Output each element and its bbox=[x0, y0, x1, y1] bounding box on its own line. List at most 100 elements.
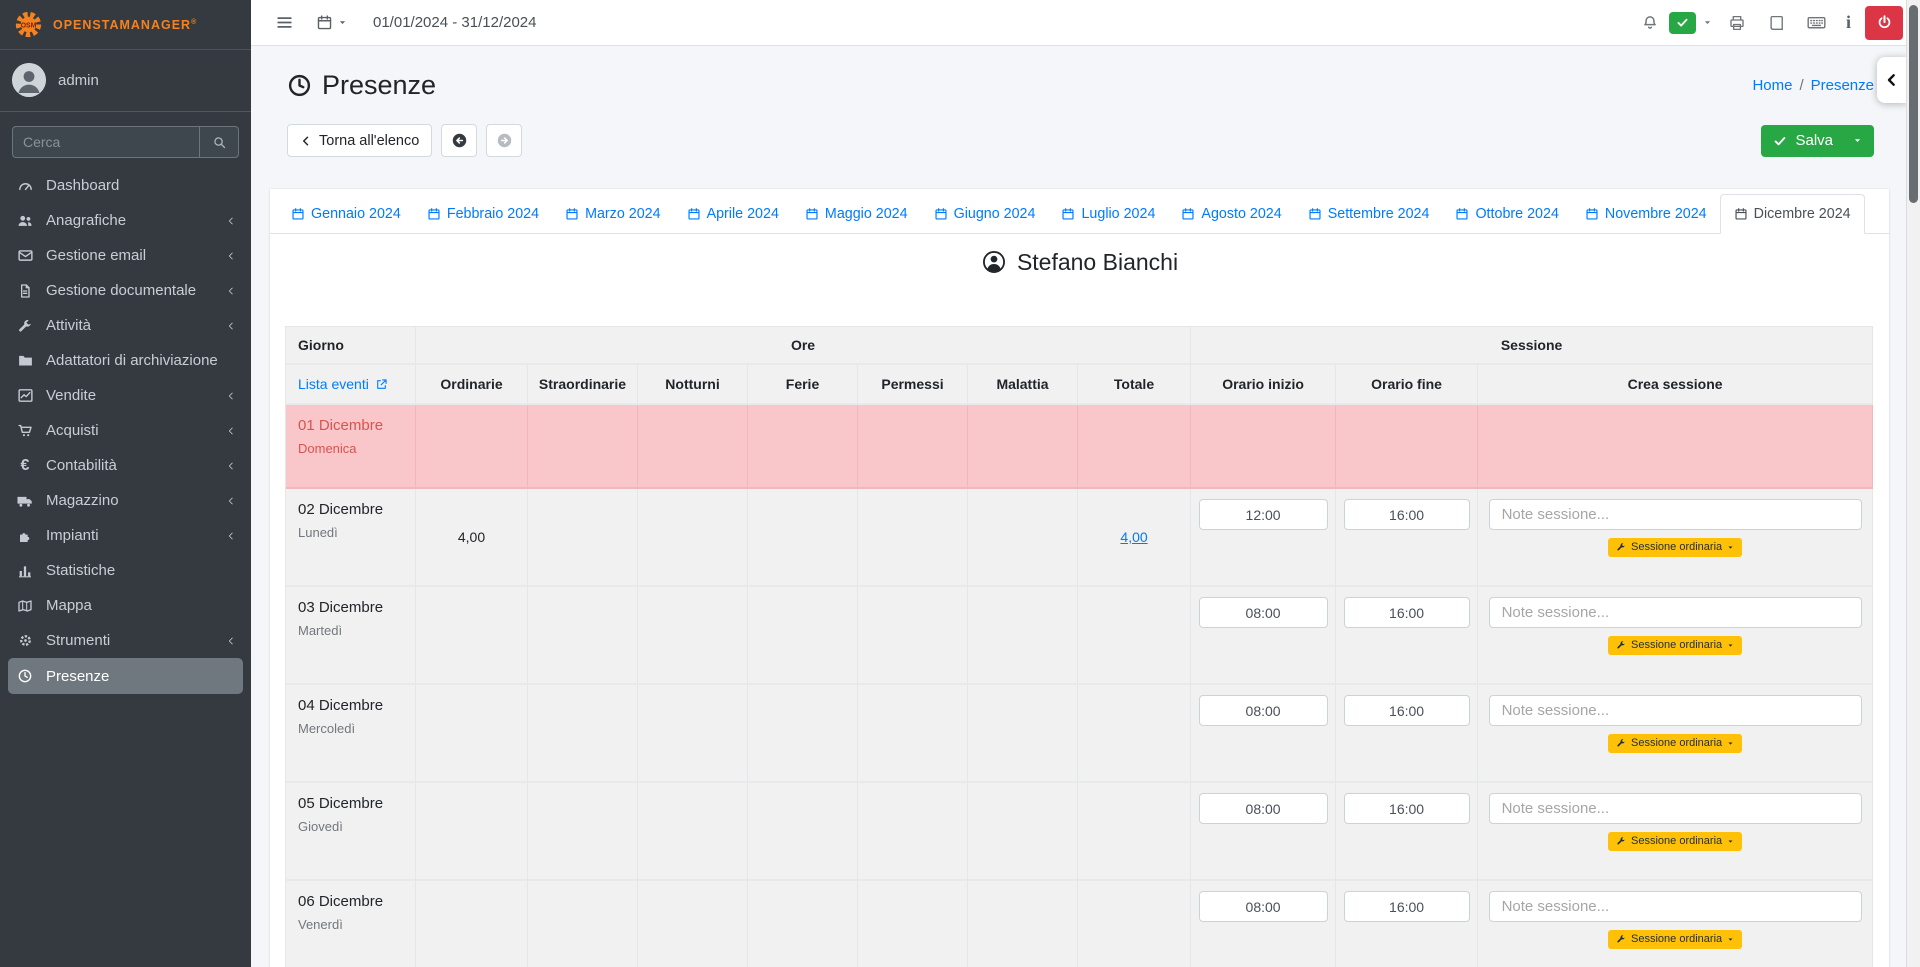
create-session-button[interactable]: Sessione ordinaria bbox=[1608, 636, 1743, 655]
caret-down-icon bbox=[1728, 643, 1733, 647]
date-range[interactable]: 01/01/2024 - 31/12/2024 bbox=[373, 14, 536, 31]
orario-inizio-input[interactable] bbox=[1198, 597, 1328, 628]
orario-fine-input[interactable] bbox=[1343, 695, 1470, 726]
create-session-button[interactable]: Sessione ordinaria bbox=[1608, 734, 1743, 753]
tab-luglio-2024[interactable]: Luglio 2024 bbox=[1048, 195, 1168, 233]
cell-notturni bbox=[638, 587, 748, 685]
orario-inizio-input[interactable] bbox=[1198, 793, 1328, 824]
previous-record-button[interactable] bbox=[441, 124, 478, 157]
clock-icon bbox=[287, 73, 312, 98]
tab-label: Giugno 2024 bbox=[953, 206, 1036, 222]
day-label: 05 Dicembre bbox=[298, 795, 384, 812]
note-sessione-input[interactable] bbox=[1488, 597, 1862, 628]
cell-straordinarie bbox=[528, 881, 638, 967]
caret-down-icon[interactable] bbox=[1703, 18, 1712, 27]
orario-fine-input[interactable] bbox=[1343, 499, 1470, 530]
status-check-button[interactable] bbox=[1668, 11, 1696, 34]
tab-ottobre-2024[interactable]: Ottobre 2024 bbox=[1442, 195, 1571, 233]
orario-inizio-input[interactable] bbox=[1198, 695, 1328, 726]
header-ore: Ore bbox=[416, 327, 1192, 365]
sidebar-item-vendite[interactable]: Vendite bbox=[0, 378, 251, 413]
tab-dicembre-2024[interactable]: Dicembre 2024 bbox=[1719, 194, 1865, 234]
cell-straordinarie bbox=[528, 489, 638, 587]
keyboard-icon[interactable] bbox=[1806, 12, 1827, 33]
book-icon[interactable] bbox=[1767, 14, 1785, 32]
back-to-list-button[interactable]: Torna all'elenco bbox=[287, 124, 433, 157]
sidebar-item-gestione-documentale[interactable]: Gestione documentale bbox=[0, 273, 251, 308]
sidebar-item-label: Attività bbox=[46, 317, 92, 334]
sidebar-item-magazzino[interactable]: Magazzino bbox=[0, 483, 251, 518]
sidebar-item-adattatori-archiviazione[interactable]: Adattatori di archiviazione bbox=[0, 343, 251, 378]
sidebar-item-contabilita[interactable]: € Contabilità bbox=[0, 448, 251, 483]
cell-straordinarie bbox=[528, 783, 638, 881]
sidebar-item-dashboard[interactable]: Dashboard bbox=[0, 168, 251, 203]
calendar-icon bbox=[1061, 207, 1075, 221]
header-notturni: Notturni bbox=[638, 365, 748, 405]
search-input[interactable] bbox=[12, 126, 199, 158]
orario-fine-input[interactable] bbox=[1343, 597, 1470, 628]
tab-febbraio-2024[interactable]: Febbraio 2024 bbox=[414, 195, 552, 233]
totale-link[interactable]: 4,00 bbox=[1120, 529, 1147, 545]
next-record-button[interactable] bbox=[486, 124, 523, 157]
sidebar-item-anagrafiche[interactable]: Anagrafiche bbox=[0, 203, 251, 238]
caret-down-icon[interactable] bbox=[1853, 136, 1862, 145]
sidebar-item-mappa[interactable]: Mappa bbox=[0, 588, 251, 623]
sidebar-item-presenze[interactable]: Presenze bbox=[8, 658, 243, 694]
caret-down-icon bbox=[1728, 741, 1733, 745]
sidebar-item-strumenti[interactable]: Strumenti bbox=[0, 623, 251, 658]
print-icon[interactable] bbox=[1728, 14, 1746, 32]
scrollbar-thumb[interactable] bbox=[1908, 5, 1918, 203]
cell-ordinarie bbox=[416, 405, 528, 489]
create-session-button[interactable]: Sessione ordinaria bbox=[1608, 538, 1743, 557]
create-session-button[interactable]: Sessione ordinaria bbox=[1608, 930, 1743, 949]
info-icon[interactable]: i bbox=[1846, 12, 1851, 33]
tab-settembre-2024[interactable]: Settembre 2024 bbox=[1295, 195, 1443, 233]
chevron-left-icon bbox=[226, 531, 236, 541]
bell-icon[interactable] bbox=[1641, 14, 1659, 32]
sidebar-search bbox=[12, 126, 239, 158]
create-session-button[interactable]: Sessione ordinaria bbox=[1608, 832, 1743, 851]
search-button[interactable] bbox=[199, 126, 239, 158]
note-sessione-input[interactable] bbox=[1488, 891, 1862, 922]
tab-marzo-2024[interactable]: Marzo 2024 bbox=[552, 195, 674, 233]
breadcrumb-separator: / bbox=[1799, 77, 1804, 94]
sidebar-item-label: Presenze bbox=[46, 667, 110, 685]
logout-power-button[interactable] bbox=[1865, 5, 1903, 40]
calendar-icon bbox=[316, 14, 333, 31]
sidebar-item-label: Impianti bbox=[46, 527, 99, 544]
side-panel-toggle[interactable] bbox=[1877, 57, 1907, 103]
calendar-dropdown[interactable] bbox=[316, 14, 347, 31]
tab-novembre-2024[interactable]: Novembre 2024 bbox=[1572, 195, 1720, 233]
breadcrumb-home-link[interactable]: Home bbox=[1752, 77, 1792, 94]
calendar-icon bbox=[291, 207, 305, 221]
hamburger-menu-icon[interactable] bbox=[275, 13, 294, 32]
sidebar-item-impianti[interactable]: Impianti bbox=[0, 518, 251, 553]
sidebar-item-acquisti[interactable]: Acquisti bbox=[0, 413, 251, 448]
breadcrumb-presenze-link[interactable]: Presenze bbox=[1811, 77, 1874, 94]
tab-gennaio-2024[interactable]: Gennaio 2024 bbox=[278, 195, 414, 233]
save-button[interactable]: Salva bbox=[1761, 124, 1874, 157]
orario-inizio-input[interactable] bbox=[1198, 891, 1328, 922]
cell-ferie bbox=[748, 783, 858, 881]
lista-eventi-link[interactable]: Lista eventi bbox=[298, 376, 388, 392]
sidebar-item-statistiche[interactable]: Statistiche bbox=[0, 553, 251, 588]
sidebar-item-gestione-email[interactable]: Gestione email bbox=[0, 238, 251, 273]
note-sessione-input[interactable] bbox=[1488, 499, 1862, 530]
orario-fine-input[interactable] bbox=[1343, 891, 1470, 922]
note-sessione-input[interactable] bbox=[1488, 695, 1862, 726]
user-panel[interactable]: admin bbox=[0, 50, 251, 112]
orario-inizio-input[interactable] bbox=[1198, 499, 1328, 530]
cell-ordinarie: 4,00 bbox=[416, 489, 528, 587]
note-sessione-input[interactable] bbox=[1488, 793, 1862, 824]
ordinarie-value: 4,00 bbox=[457, 529, 486, 545]
tab-giugno-2024[interactable]: Giugno 2024 bbox=[921, 195, 1049, 233]
orario-fine-input[interactable] bbox=[1343, 793, 1470, 824]
caret-down-icon bbox=[1728, 839, 1733, 843]
cell-malattia bbox=[968, 881, 1078, 967]
sidebar-item-attivita[interactable]: Attività bbox=[0, 308, 251, 343]
tab-aprile-2024[interactable]: Aprile 2024 bbox=[674, 195, 792, 233]
tab-maggio-2024[interactable]: Maggio 2024 bbox=[792, 195, 921, 233]
brand[interactable]: OSM OpenSTAManager® bbox=[0, 0, 251, 50]
topbar-right: i bbox=[1641, 5, 1920, 40]
tab-agosto-2024[interactable]: Agosto 2024 bbox=[1168, 195, 1294, 233]
